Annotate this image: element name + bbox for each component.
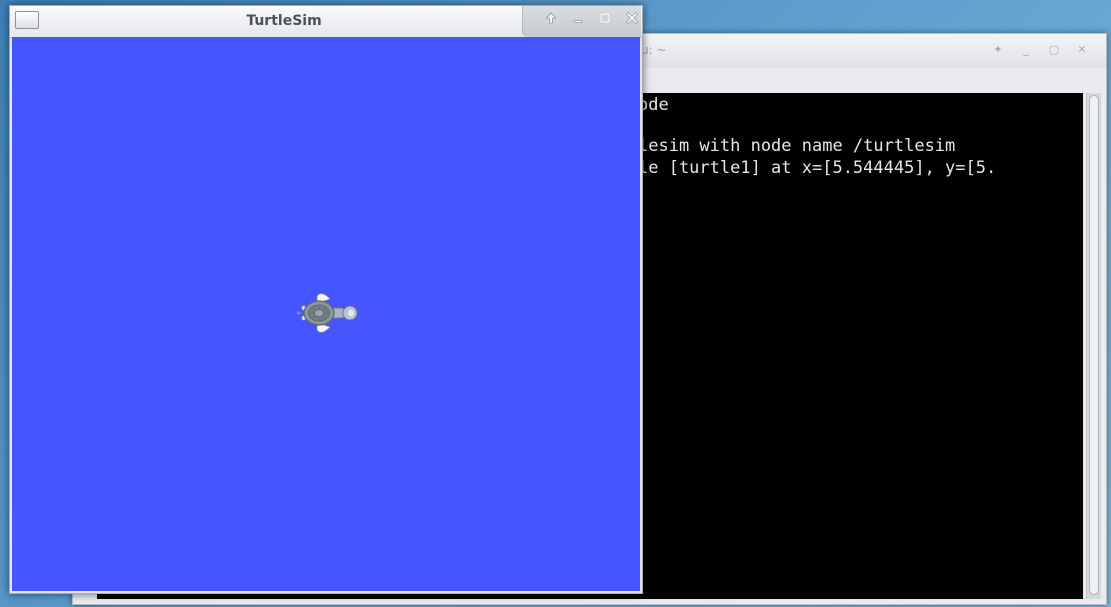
titlebar-controls [522, 6, 641, 37]
maximize-icon[interactable]: ▢ [1046, 42, 1062, 58]
turtle-canvas[interactable] [12, 37, 640, 591]
window-title: TurtleSim [246, 13, 322, 29]
close-icon[interactable]: ✕ [1074, 42, 1090, 58]
minimize-icon[interactable]: _ [1018, 42, 1034, 58]
minimize-button[interactable] [568, 11, 588, 31]
terminal-title: u: ~ [641, 43, 667, 57]
minimize-icon [573, 20, 583, 23]
maximize-icon [599, 12, 611, 24]
maximize-button[interactable] [595, 11, 615, 31]
scrollbar-thumb[interactable] [1089, 95, 1099, 595]
close-icon [626, 12, 638, 24]
keep-above-button[interactable] [541, 11, 561, 31]
turtle-icon [297, 293, 358, 333]
desktop: u: ~ ✦ _ ▢ ✕ ode lesim with node name /t… [0, 0, 1111, 607]
keep-above-icon[interactable]: ✦ [990, 42, 1006, 58]
turtlesim-window[interactable]: TurtleSim [9, 5, 643, 594]
terminal-line: lesim with node name /turtlesim [638, 136, 956, 156]
turtlesim-titlebar[interactable]: TurtleSim [10, 6, 642, 38]
up-arrow-icon [545, 12, 557, 24]
terminal-line: le [turtle1] at x=[5.544445], y=[5. [638, 158, 997, 178]
close-button[interactable] [622, 11, 642, 31]
terminal-scrollbar[interactable] [1086, 93, 1101, 599]
